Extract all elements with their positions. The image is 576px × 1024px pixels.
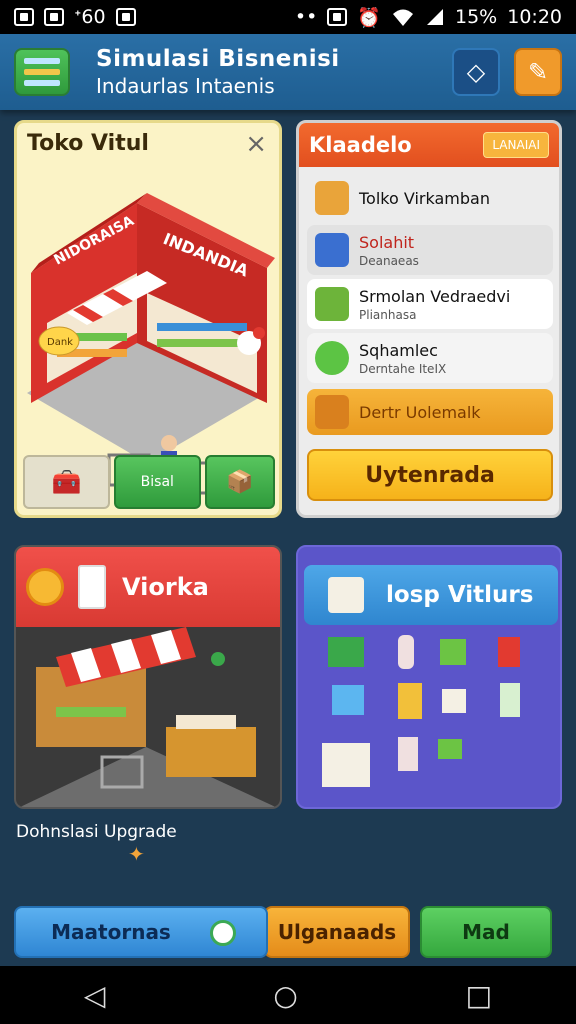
store-panel-title: Toko Vitul — [27, 131, 149, 156]
tag-icon: ◇ — [466, 58, 486, 86]
materials-button[interactable]: Maatornas — [14, 906, 268, 958]
upgrade-cta-button[interactable]: Uytenrada — [307, 449, 553, 501]
menu-row[interactable]: Srmolan Vedraedvi Plianhasa — [307, 279, 553, 329]
menu-panel-header: Klaadelo LANAIAI — [299, 123, 559, 167]
dots-icon: •• — [294, 6, 318, 28]
menu-row-title: Srmolan Vedraedvi — [359, 286, 511, 306]
parcel-icon — [315, 395, 349, 429]
menu-row-sub: Deanaeas — [359, 253, 419, 268]
box-icon: 📦 — [226, 469, 254, 495]
shop-panel: Viorka — [14, 545, 282, 809]
items-panel-title: losp Vitlurs — [386, 582, 534, 608]
shop-panel-title: Viorka — [122, 573, 209, 601]
menu-row-title: Sqhamlec — [359, 340, 438, 360]
menu-panel: Klaadelo LANAIAI Tolko Virkamban Solahit… — [296, 120, 562, 518]
edit-icon: ✎ — [527, 58, 549, 86]
app-subtitle: Indaurlas Intaenis — [96, 74, 275, 98]
tile-bisal[interactable]: Bisal — [113, 455, 201, 509]
bottom-actions: Maatornas Ulganaads Mad — [14, 906, 562, 958]
notification-icon — [14, 8, 34, 26]
menu-panel-title: Klaadelo — [309, 133, 412, 157]
signal-icon — [427, 9, 443, 25]
upgrade-label: Dohnslasi Upgrade — [16, 822, 177, 842]
nfc-icon — [327, 8, 348, 26]
alarm-icon: ⏰ — [357, 6, 381, 29]
battery-text: 15% — [455, 6, 498, 28]
book-icon — [315, 233, 349, 267]
status-right: •• ⏰ 15% 10:20 — [295, 6, 562, 29]
app-title: Simulasi Bisnenisi — [96, 46, 340, 72]
menu-row-sub: Plianhasa — [359, 307, 417, 322]
menu-row[interactable]: Sqhamlec Derntahe IteIX — [307, 333, 553, 383]
plant-icon — [315, 341, 349, 375]
status-left-text: ᐩ60 — [74, 6, 106, 28]
chat-icon — [210, 920, 236, 946]
menu-row-title: Solahit — [359, 232, 415, 252]
menu-row-title: Tolko Virkamban — [359, 188, 490, 208]
tile-bisal-label: Bisal — [140, 474, 174, 490]
box-icon — [315, 181, 349, 215]
edit-button[interactable]: ✎ — [514, 48, 562, 96]
status-left: ᐩ60 — [14, 6, 136, 28]
status-bar: ᐩ60 •• ⏰ 15% 10:20 — [0, 0, 576, 34]
box-tile[interactable]: 📦 — [204, 455, 275, 509]
clock: 10:20 — [507, 6, 562, 28]
package-icon — [328, 577, 364, 613]
store-panel: Toko Vitul × NIDORAISA INDANDIA Dank 🧰 B… — [14, 120, 282, 518]
menu-row[interactable]: Tolko Virkamban — [307, 173, 553, 223]
cube-icon — [315, 287, 349, 321]
shop-panel-header: Viorka — [16, 547, 280, 627]
speech-bubble-text: Dank — [47, 337, 73, 348]
media-icon — [115, 8, 136, 26]
menu-row-sub: Derntahe IteIX — [359, 361, 447, 376]
home-icon[interactable]: ○ — [273, 979, 297, 1012]
menu-row[interactable]: Solahit Deanaeas — [307, 225, 553, 275]
menu-row-highlight[interactable]: Dertr Uolemalk — [307, 389, 553, 435]
materials-label: Maatornas — [51, 920, 171, 944]
store-tiles: 🧰 Bisal 📦 — [23, 455, 275, 509]
menu-badge[interactable]: LANAIAI — [483, 132, 549, 158]
items-panel: losp Vitlurs — [296, 545, 562, 809]
app-bar: Simulasi Bisnenisi Indaurlas Intaenis ◇ … — [0, 34, 576, 110]
items-grid — [322, 635, 520, 787]
items-panel-header: losp Vitlurs — [304, 565, 558, 625]
sparkle-icon: ✦ — [128, 842, 145, 866]
mad-button[interactable]: Mad — [420, 906, 552, 958]
tag-button[interactable]: ◇ — [452, 48, 500, 96]
card-icon — [78, 565, 106, 609]
shop-illustration — [20, 627, 276, 807]
menu-row-title: Dertr Uolemalk — [359, 402, 481, 422]
close-icon[interactable]: × — [245, 129, 267, 159]
treasure-tile[interactable]: 🧰 — [23, 455, 110, 509]
emoji-icon — [26, 568, 64, 606]
back-icon[interactable]: ◁ — [84, 979, 106, 1012]
recents-icon[interactable]: □ — [466, 979, 492, 1012]
treasure-chest-icon: 🧰 — [51, 468, 82, 496]
menu-button[interactable] — [14, 48, 70, 96]
wifi-icon — [393, 9, 413, 26]
nav-bar: ◁ ○ □ — [0, 966, 576, 1024]
upgrades-button[interactable]: Ulganaads — [264, 906, 410, 958]
app-titles: Simulasi Bisnenisi Indaurlas Intaenis — [96, 46, 438, 98]
app-notification-icon — [44, 8, 64, 26]
